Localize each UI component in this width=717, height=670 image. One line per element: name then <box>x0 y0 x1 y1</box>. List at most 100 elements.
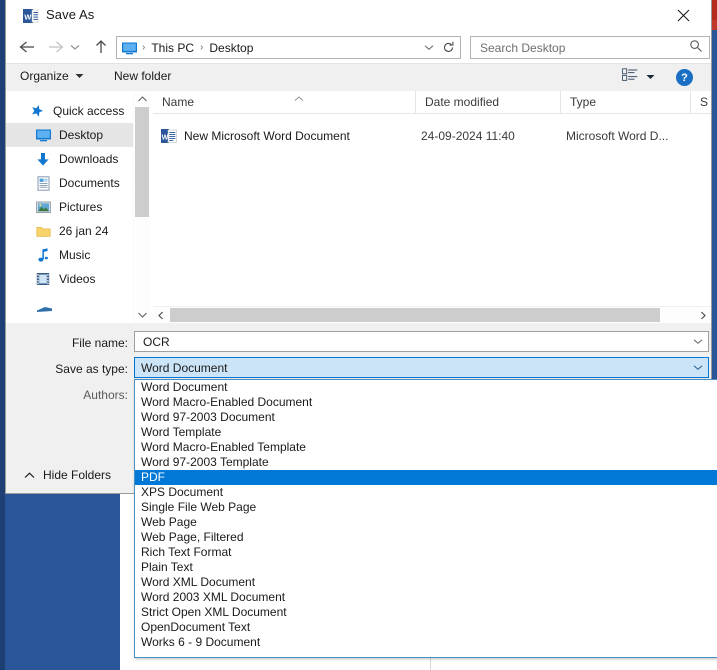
up-arrow-icon[interactable] <box>88 34 114 60</box>
authors-label: Authors: <box>83 388 128 402</box>
navigation-bar: › This PC › Desktop <box>6 32 711 63</box>
back-arrow-icon[interactable] <box>14 34 40 60</box>
sidebar-item-label: Pictures <box>59 200 103 214</box>
search-input[interactable] <box>478 39 689 56</box>
dropdown-option[interactable]: XPS Document <box>135 485 717 500</box>
sidebar-item-desktop[interactable]: Desktop <box>6 123 150 147</box>
dropdown-option[interactable]: Word XML Document <box>135 575 717 590</box>
title-bar: W Save As <box>6 0 711 32</box>
dialog-title: Save As <box>46 7 95 22</box>
sidebar-item-label: 26 jan 24 <box>59 224 109 238</box>
download-icon <box>34 151 52 167</box>
column-header-name[interactable]: Name <box>153 91 415 113</box>
sidebar-item-label: Videos <box>59 272 96 286</box>
dialog-content: Quick access Desktop Downloads Documents… <box>6 91 711 323</box>
dropdown-option[interactable]: OpenDocument Text <box>135 620 717 635</box>
table-row[interactable]: W New Microsoft Word Document 24-09-2024… <box>153 123 711 149</box>
search-box[interactable] <box>470 36 710 59</box>
dropdown-option[interactable]: Word Macro-Enabled Template <box>135 440 717 455</box>
refresh-icon[interactable] <box>438 37 458 58</box>
sidebar-scrollbar-thumb[interactable] <box>135 107 149 217</box>
sidebar-item-music[interactable]: Music <box>6 243 150 267</box>
new-folder-label: New folder <box>114 69 172 83</box>
dropdown-option[interactable]: Web Page <box>135 515 717 530</box>
dropdown-option[interactable]: Word 97-2003 Template <box>135 455 717 470</box>
music-icon <box>34 247 52 263</box>
command-toolbar: Organize New folder ? <box>6 63 711 93</box>
breadcrumb-separator: › <box>142 42 146 53</box>
change-view-button[interactable] <box>622 68 655 85</box>
sidebar-item-videos[interactable]: Videos <box>6 267 150 291</box>
sidebar-item-26-jan-24[interactable]: 26 jan 24 <box>6 219 150 243</box>
breadcrumb-separator: › <box>200 42 204 53</box>
organize-button[interactable]: Organize <box>20 69 84 83</box>
column-label: Type <box>570 95 597 109</box>
save-as-type-label: Save as type: <box>55 362 128 376</box>
svg-text:W: W <box>24 13 32 22</box>
sidebar-item-label: Quick access <box>53 104 125 118</box>
help-button[interactable]: ? <box>676 69 693 86</box>
sidebar-item-documents[interactable]: Documents <box>6 171 150 195</box>
close-button[interactable] <box>661 0 705 30</box>
dropdown-option[interactable]: Single File Web Page <box>135 500 717 515</box>
dropdown-option[interactable]: PDF <box>135 470 717 485</box>
scroll-left-icon[interactable] <box>153 307 169 323</box>
view-layout-icon <box>622 68 638 85</box>
address-bar[interactable]: › This PC › Desktop <box>116 36 461 59</box>
save-as-type-combo[interactable]: Word Document <box>134 357 709 378</box>
sidebar-list: Quick access Desktop Downloads Documents… <box>6 91 150 291</box>
sidebar-item-pictures[interactable]: Pictures <box>6 195 150 219</box>
chevron-down-icon <box>75 74 84 78</box>
dropdown-option[interactable]: Works 6 - 9 Document <box>135 635 717 650</box>
column-header-row: Name Date modified Type S <box>153 91 711 114</box>
column-header-type[interactable]: Type <box>560 91 690 113</box>
documents-icon <box>34 175 52 191</box>
sidebar-scrollbar[interactable] <box>133 91 150 323</box>
dropdown-option[interactable]: Word 2003 XML Document <box>135 590 717 605</box>
horizontal-scrollbar[interactable] <box>153 306 711 323</box>
column-label: Name <box>162 95 195 109</box>
dropdown-option[interactable]: Web Page, Filtered <box>135 530 717 545</box>
column-header-size[interactable]: S <box>690 91 711 113</box>
help-label: ? <box>681 71 688 84</box>
file-list-pane: Name Date modified Type S W New Microsof… <box>153 91 711 323</box>
sidebar-item-downloads[interactable]: Downloads <box>6 147 150 171</box>
address-dropdown-icon[interactable] <box>420 37 438 58</box>
chevron-down-icon <box>646 74 655 79</box>
forward-arrow-icon[interactable] <box>42 34 68 60</box>
dropdown-option[interactable]: Rich Text Format <box>135 545 717 560</box>
dropdown-option[interactable]: Word Template <box>135 425 717 440</box>
dropdown-option[interactable]: Word 97-2003 Document <box>135 410 717 425</box>
sort-ascending-icon <box>293 91 305 105</box>
file-name-combo[interactable] <box>134 331 709 352</box>
dropdown-option[interactable]: Strict Open XML Document <box>135 605 717 620</box>
sidebar-item-label: Documents <box>59 176 120 190</box>
file-type: Microsoft Word D... <box>566 129 669 143</box>
recent-locations-icon[interactable] <box>66 34 84 60</box>
breadcrumb-desktop[interactable]: Desktop <box>207 41 255 55</box>
scroll-up-icon[interactable] <box>134 91 150 107</box>
chevron-down-icon[interactable] <box>688 358 708 377</box>
chevron-down-icon[interactable] <box>688 332 708 351</box>
scroll-right-icon[interactable] <box>695 307 711 323</box>
scroll-down-icon[interactable] <box>134 307 150 323</box>
file-name: New Microsoft Word Document <box>184 129 350 143</box>
dropdown-option[interactable]: Word Macro-Enabled Document <box>135 395 717 410</box>
save-as-type-dropdown[interactable]: Word Document Word Macro-Enabled Document… <box>134 379 717 658</box>
hide-folders-label: Hide Folders <box>43 468 112 482</box>
sidebar-item-quick-access[interactable]: Quick access <box>6 99 150 123</box>
search-icon <box>689 39 703 56</box>
horizontal-scrollbar-thumb[interactable] <box>170 308 660 322</box>
hide-folders-button[interactable]: Hide Folders <box>24 468 111 482</box>
column-header-date-modified[interactable]: Date modified <box>415 91 560 113</box>
desktop-icon <box>34 127 52 143</box>
dropdown-option[interactable]: Word Document <box>135 380 717 395</box>
desktop-left-band <box>5 493 120 670</box>
new-folder-button[interactable]: New folder <box>114 69 171 83</box>
sidebar-item-label: Desktop <box>59 128 104 142</box>
breadcrumb-this-pc[interactable]: This PC <box>149 41 196 55</box>
videos-icon <box>34 271 52 287</box>
dropdown-option[interactable]: Plain Text <box>135 560 717 575</box>
sidebar-item-label: Music <box>59 248 91 262</box>
file-name-input[interactable] <box>141 333 688 350</box>
